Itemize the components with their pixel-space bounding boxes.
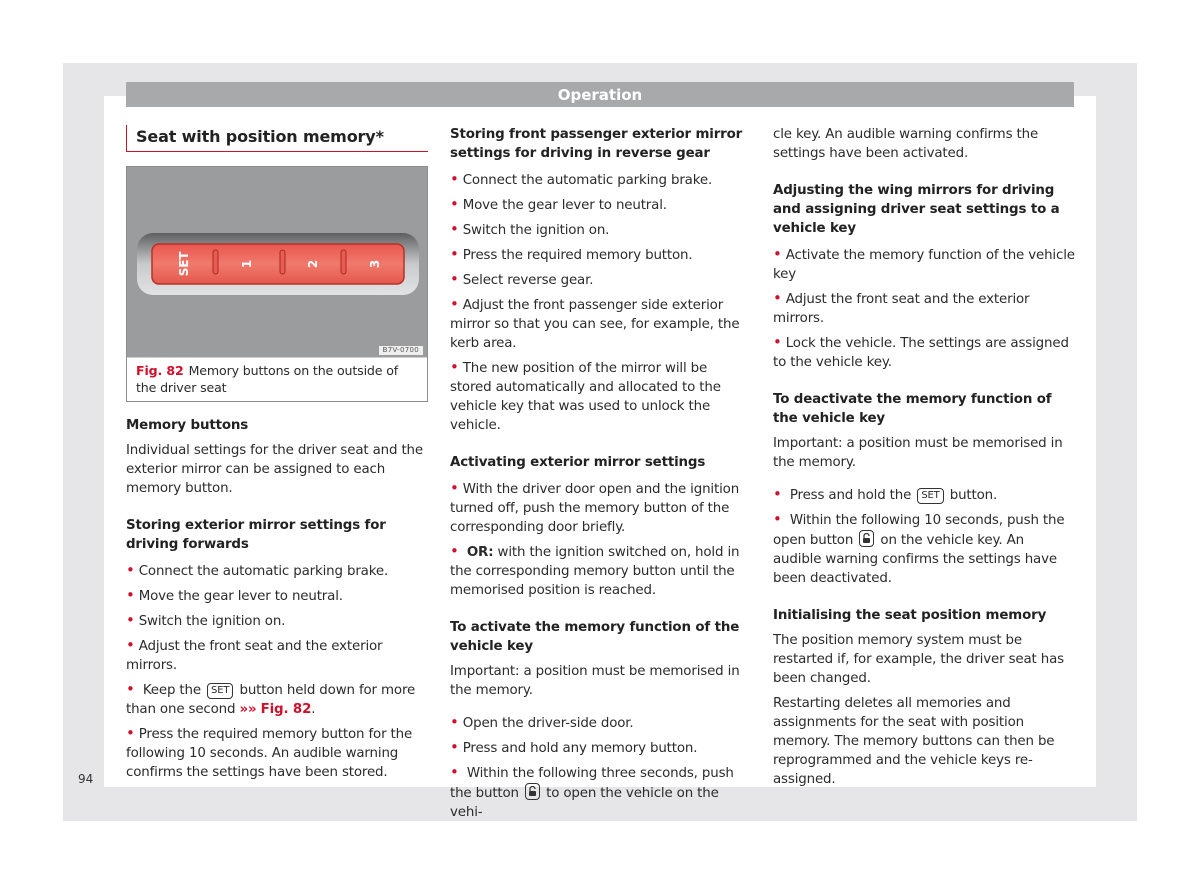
reverse-heading: Storing front passenger exterior mirror … <box>450 127 743 161</box>
list-item: Press the required memory button. <box>450 245 752 265</box>
list-item: Press and hold any memory button. <box>450 738 752 758</box>
list-item: Adjust the front passenger side exterior… <box>450 295 752 353</box>
activate-key-heading: To activate the memory function of the v… <box>450 620 740 654</box>
list-item: Connect the automatic parking brake. <box>450 170 752 190</box>
fig-82-link[interactable]: Fig. 82 <box>261 702 312 717</box>
memory-buttons-heading: Memory buttons <box>126 418 249 433</box>
list-item: Press the required memory button for the… <box>126 724 428 782</box>
memory-button-2: 2 <box>306 260 320 268</box>
list-item: Select reverse gear. <box>450 270 752 290</box>
figure-code: B7V-0700 <box>378 346 423 355</box>
list-item: Press and hold the SET button. <box>773 485 1075 505</box>
list-item: Activate the memory function of the vehi… <box>773 245 1075 284</box>
memory-buttons-illustration: SET 1 2 3 B7V-0700 <box>127 167 427 357</box>
deactivate-heading: To deactivate the memory function of the… <box>773 392 1052 426</box>
list-item: With the driver door open and the igniti… <box>450 479 752 537</box>
unlock-key-icon <box>859 530 875 547</box>
wing-mirrors-heading: Adjusting the wing mirrors for driving a… <box>773 183 1060 236</box>
list-item: Adjust the front seat and the exterior m… <box>773 289 1075 328</box>
init-text-1: The position memory system must be resta… <box>773 633 1064 686</box>
chevrons-icon: »» <box>239 702 257 717</box>
list-item: Switch the ignition on. <box>126 611 428 631</box>
figure-label: Fig. 82 <box>136 363 184 378</box>
column-1: Seat with position memory* SET 1 2 3 B7V… <box>126 125 428 782</box>
init-text-2: Restarting deletes all memories and assi… <box>773 696 1055 787</box>
figure-caption: Fig. 82 Memory buttons on the outside of … <box>127 357 427 401</box>
page-number: 94 <box>78 772 94 786</box>
section-title: Seat with position memory* <box>126 125 428 152</box>
chapter-header: Operation <box>126 82 1074 107</box>
memory-buttons-text: Individual settings for the driver seat … <box>126 443 423 496</box>
list-item: Switch the ignition on. <box>450 220 752 240</box>
figure-82: SET 1 2 3 B7V-0700 Fig. 82 Memory buttons… <box>126 166 428 402</box>
activating-heading: Activating exterior mirror settings <box>450 455 706 470</box>
activate-key-text: Important: a position must be memorised … <box>450 664 740 698</box>
memory-button-set: SET <box>177 251 191 277</box>
set-key-icon: SET <box>917 488 944 504</box>
set-key-icon: SET <box>207 683 234 699</box>
memory-button-3: 3 <box>368 260 382 268</box>
list-item: Connect the automatic parking brake. <box>126 561 428 581</box>
list-item: Move the gear lever to neutral. <box>450 195 752 215</box>
list-item: Open the driver-side door. <box>450 713 752 733</box>
memory-buttons-graphic: SET 1 2 3 <box>127 167 427 357</box>
list-item: Lock the vehicle. The settings are assig… <box>773 333 1075 372</box>
list-item: The new position of the mirror will be s… <box>450 358 752 435</box>
column-2: Storing front passenger exterior mirror … <box>450 125 752 822</box>
list-item: Within the following 10 seconds, push th… <box>773 510 1075 588</box>
continued-text: cle key. An audible warning confirms the… <box>773 127 1039 161</box>
memory-button-1: 1 <box>240 260 254 268</box>
init-heading: Initialising the seat position memory <box>773 608 1047 623</box>
list-item: OR: with the ignition switched on, hold … <box>450 542 752 600</box>
list-item: Adjust the front seat and the exterior m… <box>126 636 428 675</box>
deactivate-text: Important: a position must be memorised … <box>773 436 1063 470</box>
forward-heading: Storing exterior mirror settings for dri… <box>126 518 386 552</box>
list-item: Move the gear lever to neutral. <box>126 586 428 606</box>
unlock-key-icon <box>525 783 541 800</box>
column-3: cle key. An audible warning confirms the… <box>773 125 1075 789</box>
list-item: Within the following three seconds, push… <box>450 763 752 822</box>
list-item: Keep the SET button held down for more t… <box>126 680 428 719</box>
